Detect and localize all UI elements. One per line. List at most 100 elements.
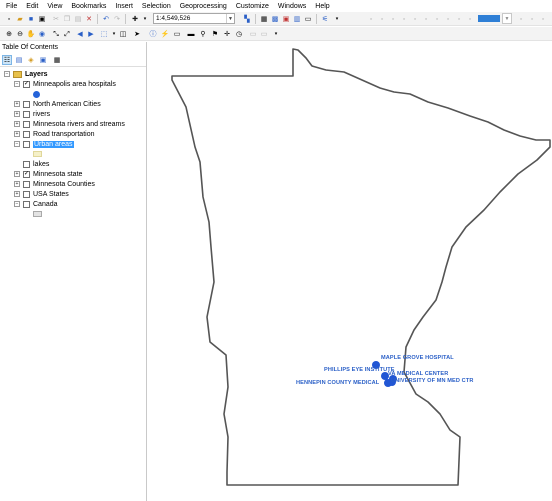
layer-row-lakes[interactable]: lakes	[14, 159, 49, 169]
layer-row-minnesota-state[interactable]: + ✓ Minnesota state	[14, 169, 82, 179]
zoom-in-icon[interactable]: ⊕	[4, 29, 14, 39]
layer-visibility-checkbox[interactable]	[23, 160, 30, 168]
menu-windows[interactable]: Windows	[278, 3, 306, 10]
polygon-symbol-icon[interactable]	[33, 151, 42, 157]
save-icon[interactable]: ■	[26, 14, 36, 24]
hyperlink-icon[interactable]: ⚡	[160, 29, 170, 39]
layer-label: Canada	[33, 200, 58, 208]
select-elements-icon[interactable]: ➤	[132, 29, 142, 39]
clear-selection-icon[interactable]: ◫	[118, 29, 128, 39]
menu-bookmarks[interactable]: Bookmarks	[71, 3, 106, 10]
menu-help[interactable]: Help	[315, 3, 329, 10]
layer-label: Minnesota state	[33, 170, 83, 178]
menu-insert[interactable]: Insert	[115, 3, 133, 10]
line-color-swatch[interactable]	[478, 15, 500, 22]
layer-row-mn-rivers-streams[interactable]: + Minnesota rivers and streams	[14, 119, 125, 129]
full-extent-icon[interactable]: ◉	[37, 29, 47, 39]
menu-file[interactable]: File	[6, 3, 17, 10]
toolbar-options-icon[interactable]: ▾	[271, 29, 281, 39]
python-icon[interactable]: ▭	[303, 14, 313, 24]
menu-view[interactable]: View	[47, 3, 62, 10]
polygon-symbol-icon[interactable]	[33, 211, 42, 217]
go-to-xy-icon[interactable]: ✛	[222, 29, 232, 39]
layer-visibility-checkbox[interactable]	[23, 130, 30, 138]
list-by-visibility-icon[interactable]: ◈	[26, 55, 36, 65]
html-popup-icon[interactable]: ▭	[172, 29, 182, 39]
delete-icon[interactable]: ✕	[84, 14, 94, 24]
fixed-zoom-out-icon[interactable]: ⤢	[62, 29, 72, 39]
forward-extent-icon[interactable]: ▶	[86, 29, 96, 39]
search-window-icon[interactable]: ▣	[281, 14, 291, 24]
editor-toolbar-icon[interactable]: ▚	[242, 14, 252, 24]
paste-icon[interactable]: ▤	[73, 14, 83, 24]
chevron-down-icon[interactable]: ▼	[502, 13, 512, 24]
map-view[interactable]: MAPLE GROVE HOSPITAL PHILLIPS EYE INSTIT…	[148, 42, 552, 501]
layer-row-urban-areas[interactable]: − Urban areas	[14, 139, 74, 149]
print-icon[interactable]: ▣	[37, 14, 47, 24]
expand-icon[interactable]: +	[14, 191, 20, 197]
map-scale-input[interactable]: 1:4,549,526 ▼	[153, 13, 235, 24]
layers-root[interactable]: − Layers	[4, 69, 48, 79]
undo-icon[interactable]: ↶	[101, 14, 111, 24]
catalog-icon[interactable]: ▩	[270, 14, 280, 24]
expand-icon[interactable]: +	[14, 111, 20, 117]
expand-icon[interactable]: +	[14, 101, 20, 107]
menu-edit[interactable]: Edit	[26, 3, 38, 10]
time-slider-icon[interactable]: ◷	[234, 29, 244, 39]
menu-customize[interactable]: Customize	[236, 3, 269, 10]
layer-row-rivers[interactable]: + rivers	[14, 109, 50, 119]
find-icon[interactable]: ⚲	[198, 29, 208, 39]
copy-icon[interactable]: ❐	[62, 14, 72, 24]
layer-visibility-checkbox[interactable]: ✓	[23, 170, 30, 178]
open-icon[interactable]: ▰	[15, 14, 25, 24]
layer-visibility-checkbox[interactable]: ✓	[23, 80, 30, 88]
collapse-icon[interactable]: −	[14, 201, 20, 207]
pan-icon[interactable]: ✋	[26, 29, 36, 39]
add-data-dropdown-icon[interactable]: ▾	[140, 14, 150, 24]
layer-visibility-checkbox[interactable]	[23, 140, 30, 148]
point-symbol-icon[interactable]	[33, 91, 40, 98]
layer-visibility-checkbox[interactable]	[23, 190, 30, 198]
expand-icon[interactable]: +	[14, 131, 20, 137]
layer-visibility-checkbox[interactable]	[23, 110, 30, 118]
toolbar-options-icon[interactable]: ▾	[332, 14, 342, 24]
back-extent-icon[interactable]: ◀	[75, 29, 85, 39]
expand-icon[interactable]: +	[14, 171, 20, 177]
collapse-icon[interactable]: −	[14, 81, 20, 87]
fixed-zoom-in-icon[interactable]: ⤡	[51, 29, 61, 39]
expand-icon[interactable]: +	[14, 121, 20, 127]
find-route-icon[interactable]: ⚑	[210, 29, 220, 39]
redo-icon[interactable]: ↷	[112, 14, 122, 24]
layer-row-hospitals[interactable]: − ✓ Minneapolis area hospitals	[14, 79, 116, 89]
expand-icon[interactable]: +	[14, 181, 20, 187]
measure-icon[interactable]: ▬	[186, 29, 196, 39]
layer-row-road-transportation[interactable]: + Road transportation	[14, 129, 94, 139]
layer-row-north-american-cities[interactable]: + North American Cities	[14, 99, 101, 109]
zoom-out-icon[interactable]: ⊖	[15, 29, 25, 39]
create-viewer-icon[interactable]: ▭	[248, 29, 258, 39]
table-icon[interactable]: ▦	[259, 14, 269, 24]
layer-visibility-checkbox[interactable]	[23, 120, 30, 128]
cut-icon[interactable]: ✂	[51, 14, 61, 24]
layer-visibility-checkbox[interactable]	[23, 200, 30, 208]
identify-icon[interactable]: ⓘ	[148, 29, 158, 39]
layer-visibility-checkbox[interactable]	[23, 100, 30, 108]
chevron-down-icon[interactable]: ▼	[226, 14, 234, 23]
arctoolbox-icon[interactable]: ▥	[292, 14, 302, 24]
layer-row-usa-states[interactable]: + USA States	[14, 189, 69, 199]
layer-row-minnesota-counties[interactable]: + Minnesota Counties	[14, 179, 95, 189]
toc-options-icon[interactable]: ▦	[52, 55, 62, 65]
collapse-icon[interactable]: −	[4, 71, 10, 77]
menu-geoprocessing[interactable]: Geoprocessing	[180, 3, 227, 10]
select-features-icon[interactable]: ⬚	[99, 29, 109, 39]
list-by-drawing-order-icon[interactable]: ☷	[2, 55, 12, 65]
list-by-source-icon[interactable]: ▤	[14, 55, 24, 65]
menu-selection[interactable]: Selection	[142, 3, 171, 10]
collapse-icon[interactable]: −	[14, 141, 20, 147]
layer-visibility-checkbox[interactable]	[23, 180, 30, 188]
list-by-selection-icon[interactable]: ▣	[38, 55, 48, 65]
new-document-icon[interactable]: ▫	[4, 14, 14, 24]
add-data-icon[interactable]: ✚	[130, 14, 140, 24]
layer-row-canada[interactable]: − Canada	[14, 199, 58, 209]
modelbuilder-icon[interactable]: ⚟	[320, 14, 330, 24]
